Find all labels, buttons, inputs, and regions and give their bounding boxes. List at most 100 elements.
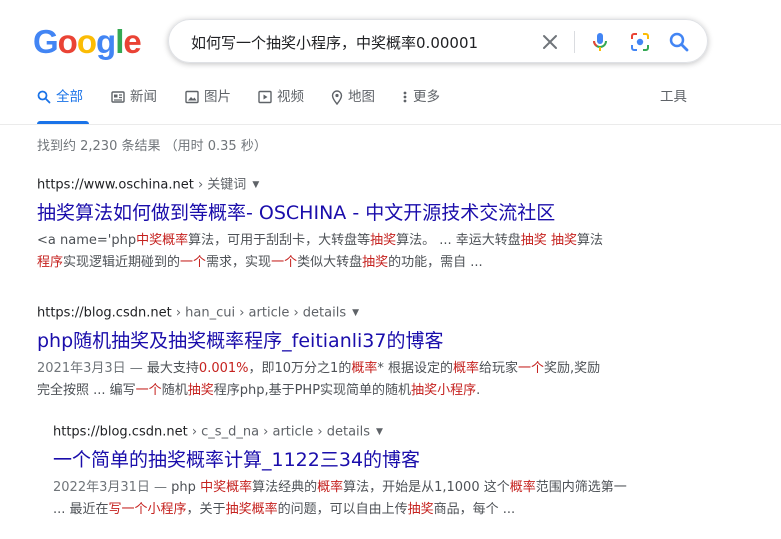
snippet-highlight: 抽奖概率 <box>225 501 278 517</box>
search-tabs: 全部 新闻 图片 视频 地图 更多 工具 <box>0 88 781 124</box>
search-icon <box>37 88 51 106</box>
tab-label: 全部 <box>56 89 83 105</box>
snippet-text: 程序php,基于PHP实现简单的随机 <box>213 382 412 398</box>
snippet-line: 完全按照 ... 编写一个随机抽奖程序php,基于PHP实现简单的随机抽奖小程序… <box>37 380 637 402</box>
snippet-text: 类似大转盘 <box>297 254 363 270</box>
snippet-text: 算法，可用于刮刮卡，大转盘等 <box>188 232 371 248</box>
caret-down-icon[interactable]: ▼ <box>376 423 383 441</box>
result-title-link[interactable]: 一个简单的抽奖概率计算_1122三34的博客 <box>53 448 653 472</box>
snippet-text: 的功能，需自 ... <box>388 254 483 270</box>
clear-icon[interactable] <box>538 30 562 54</box>
camera-lens-icon[interactable] <box>628 30 652 54</box>
search-input[interactable] <box>189 20 533 64</box>
result-path: › han_cui › article › details <box>171 305 347 321</box>
logo-letter: G <box>33 23 59 60</box>
snippet-highlight: 抽奖 <box>187 382 214 398</box>
snippet-highlight: 一个 <box>271 254 298 270</box>
tools-label: 工具 <box>660 89 687 105</box>
result-url[interactable]: https://www.oschina.net › 关键词 ▼ <box>37 176 637 195</box>
snippet-text: 范围内筛选第一 <box>535 479 627 495</box>
snippet-text: <a name='php <box>37 232 137 248</box>
result-site: https://blog.csdn.net <box>53 424 188 440</box>
snippet-highlight: 概率 <box>351 360 378 376</box>
snippet-date: 2021年3月3日 — <box>37 360 147 376</box>
tab-label: 视频 <box>277 89 304 105</box>
tab-all[interactable]: 全部 <box>37 88 89 124</box>
tab-label: 更多 <box>413 89 440 105</box>
snippet-highlight: 一个 <box>518 360 545 376</box>
snippet-line: 2021年3月3日 — 最大支持0.001%，即10万分之1的概率* 根据设定的… <box>37 358 637 380</box>
snippet-text: php <box>171 479 201 495</box>
snippet-text: 完全按照 ... 编写 <box>37 382 136 398</box>
news-icon <box>111 88 125 106</box>
more-vert-icon <box>402 88 408 106</box>
map-pin-icon <box>331 88 343 106</box>
snippet-text: ... 最近在 <box>53 501 109 517</box>
result-url[interactable]: https://blog.csdn.net › c_s_d_na › artic… <box>53 423 653 442</box>
microphone-icon[interactable] <box>588 30 612 54</box>
tab-more[interactable]: 更多 <box>402 88 440 124</box>
result-snippet: 2021年3月3日 — 最大支持0.001%，即10万分之1的概率* 根据设定的… <box>37 358 637 402</box>
logo-letter: e <box>123 23 141 60</box>
snippet-text: ，即10万分之1的 <box>248 360 352 376</box>
logo-letter: o <box>76 23 97 60</box>
snippet-line: 2022年3月31日 — php 中奖概率算法经典的概率算法，开始是从1,100… <box>53 477 653 499</box>
tab-label: 新闻 <box>130 89 157 105</box>
tab-label: 地图 <box>348 89 375 105</box>
result-stats: 找到约 2,230 条结果 （用时 0.35 秒） <box>37 139 267 154</box>
result-snippet: <a name='php中奖概率算法，可用于刮刮卡，大转盘等抽奖算法。 ... … <box>37 230 637 274</box>
result-snippet: 2022年3月31日 — php 中奖概率算法经典的概率算法，开始是从1,100… <box>53 477 653 521</box>
caret-down-icon[interactable]: ▼ <box>252 176 259 194</box>
search-result: https://blog.csdn.net › han_cui › articl… <box>37 304 637 402</box>
result-site: https://blog.csdn.net <box>37 305 172 321</box>
caret-down-icon[interactable]: ▼ <box>352 304 359 322</box>
snippet-highlight: 一个 <box>180 254 207 270</box>
tools-button[interactable]: 工具 <box>660 88 687 124</box>
snippet-text: * 根据设定的 <box>377 360 453 376</box>
snippet-text: ，关于 <box>186 501 226 517</box>
tab-label: 图片 <box>204 89 231 105</box>
search-box <box>168 19 708 64</box>
result-path: › 关键词 <box>193 177 247 193</box>
snippet-highlight: 抽奖 <box>520 232 547 248</box>
result-path: › c_s_d_na › article › details <box>187 424 371 440</box>
logo-letter: o <box>57 23 78 60</box>
result-title-link[interactable]: 抽奖算法如何做到等概率- OSCHINA - 中文开源技术交流社区 <box>37 201 637 225</box>
search-icon[interactable] <box>667 30 691 54</box>
result-title-link[interactable]: php随机抽奖及抽奖概率程序_feitianli37的博客 <box>37 329 637 353</box>
result-site: https://www.oschina.net <box>37 177 194 193</box>
snippet-line: 程序实现逻辑近期碰到的一个需求，实现一个类似大转盘抽奖的功能，需自 ... <box>37 252 637 274</box>
snippet-text: 随机 <box>161 382 188 398</box>
snippet-text: 奖励,奖励 <box>544 360 601 376</box>
tab-images[interactable]: 图片 <box>185 88 231 124</box>
snippet-text: 的问题，可以自由上传 <box>277 501 408 517</box>
snippet-highlight: 抽奖小程序 <box>411 382 477 398</box>
snippet-text: 最大支持 <box>146 360 199 376</box>
snippet-text: 商品，每个 ... <box>433 501 516 517</box>
result-url[interactable]: https://blog.csdn.net › han_cui › articl… <box>37 304 637 323</box>
snippet-line: ... 最近在写一个小程序，关于抽奖概率的问题，可以自由上传抽奖商品，每个 ..… <box>53 499 653 521</box>
snippet-highlight: 抽奖 <box>370 232 397 248</box>
tabs-divider <box>0 124 781 125</box>
snippet-highlight: 一个 <box>135 382 162 398</box>
tab-news[interactable]: 新闻 <box>111 88 157 124</box>
logo-letter: g <box>96 23 116 60</box>
snippet-highlight: 抽奖 <box>407 501 434 517</box>
snippet-highlight: 0.001% <box>198 360 249 376</box>
snippet-highlight: 概率 <box>317 479 344 495</box>
image-icon <box>185 88 199 106</box>
snippet-line: <a name='php中奖概率算法，可用于刮刮卡，大转盘等抽奖算法。 ... … <box>37 230 637 252</box>
snippet-date: 2022年3月31日 — <box>53 479 172 495</box>
snippet-highlight: 抽奖 <box>550 232 577 248</box>
snippet-highlight: 写一个小程序 <box>108 501 187 517</box>
search-result-indented: https://blog.csdn.net › c_s_d_na › artic… <box>53 423 653 521</box>
google-logo[interactable]: G o o g l e <box>33 23 142 60</box>
snippet-text: 算法经典的 <box>252 479 318 495</box>
snippet-highlight: 概率 <box>452 360 479 376</box>
tab-videos[interactable]: 视频 <box>258 88 304 124</box>
tab-maps[interactable]: 地图 <box>331 88 375 124</box>
snippet-highlight: 中奖概率 <box>136 232 189 248</box>
snippet-text: 算法 <box>576 232 603 248</box>
logo-letter: l <box>115 23 124 60</box>
snippet-highlight: 程序 <box>37 254 64 270</box>
